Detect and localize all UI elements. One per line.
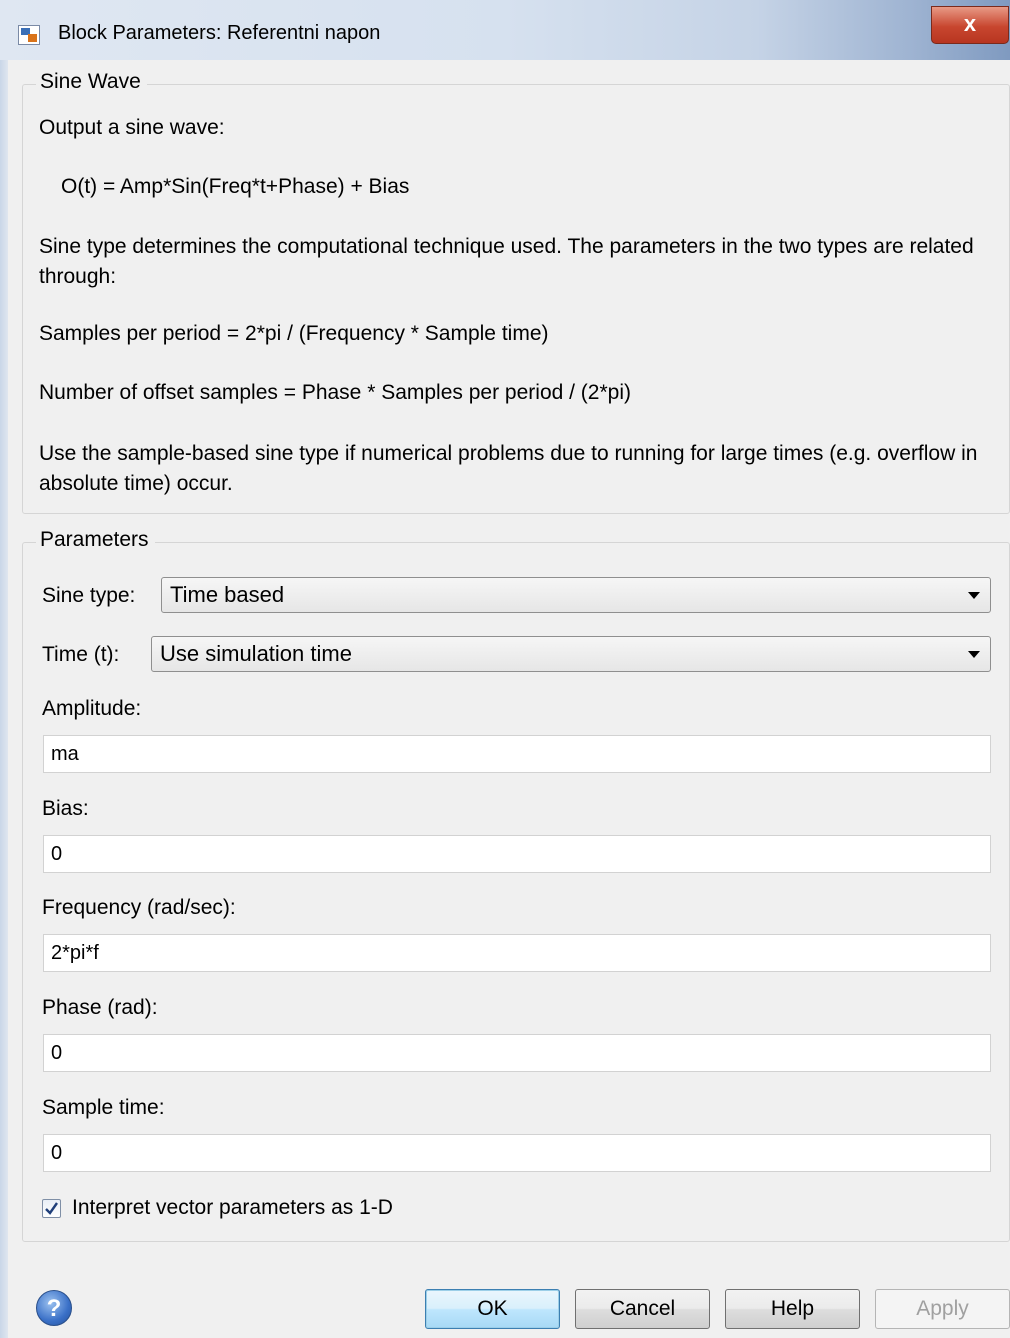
amplitude-field[interactable]: ma: [43, 735, 991, 773]
phase-label: Phase (rad):: [42, 996, 158, 1019]
checkmark-icon: [45, 1202, 58, 1215]
dropdown-arrow-icon: [968, 592, 980, 599]
interpret-checkbox[interactable]: [42, 1199, 61, 1218]
amplitude-label: Amplitude:: [42, 697, 142, 720]
title-bar[interactable]: Block Parameters: Referentni napon x: [0, 0, 1010, 60]
description-offset-samples: Number of offset samples = Phase * Sampl…: [39, 381, 631, 404]
interpret-label[interactable]: Interpret vector parameters as 1-D: [72, 1196, 393, 1220]
time-dropdown[interactable]: Use simulation time: [151, 636, 991, 672]
time-label: Time (t):: [42, 643, 120, 666]
frequency-label: Frequency (rad/sec):: [42, 896, 236, 919]
phase-field[interactable]: 0: [43, 1034, 991, 1072]
sine-type-value: Time based: [170, 582, 285, 607]
ok-button[interactable]: OK: [425, 1289, 560, 1329]
frequency-field[interactable]: 2*pi*f: [43, 934, 991, 972]
description-sample-based-note: Use the sample-based sine type if numeri…: [39, 442, 978, 495]
parameters-legend: Parameters: [36, 528, 155, 552]
simulink-block-icon: [18, 25, 40, 45]
help-button[interactable]: Help: [725, 1289, 860, 1329]
cancel-button[interactable]: Cancel: [575, 1289, 710, 1329]
close-button[interactable]: x: [931, 6, 1009, 44]
time-value: Use simulation time: [160, 641, 352, 666]
bias-label: Bias:: [42, 797, 89, 820]
sine-type-dropdown[interactable]: Time based: [161, 577, 991, 613]
sample-time-label: Sample time:: [42, 1096, 165, 1119]
description-formula: O(t) = Amp*Sin(Freq*t+Phase) + Bias: [61, 175, 410, 198]
sine-type-label: Sine type:: [42, 584, 136, 607]
bias-field[interactable]: 0: [43, 835, 991, 873]
window-frame: [0, 60, 8, 1338]
dropdown-arrow-icon: [968, 651, 980, 658]
description-samples-per-period: Samples per period = 2*pi / (Frequency *…: [39, 322, 549, 345]
description-intro: Output a sine wave:: [39, 116, 225, 139]
sample-time-field[interactable]: 0: [43, 1134, 991, 1172]
apply-button[interactable]: Apply: [875, 1289, 1010, 1329]
description-sine-type: Sine type determines the computational t…: [39, 235, 974, 288]
description-legend: Sine Wave: [36, 70, 147, 94]
help-icon[interactable]: ?: [36, 1290, 72, 1326]
window-title: Block Parameters: Referentni napon: [58, 22, 381, 44]
